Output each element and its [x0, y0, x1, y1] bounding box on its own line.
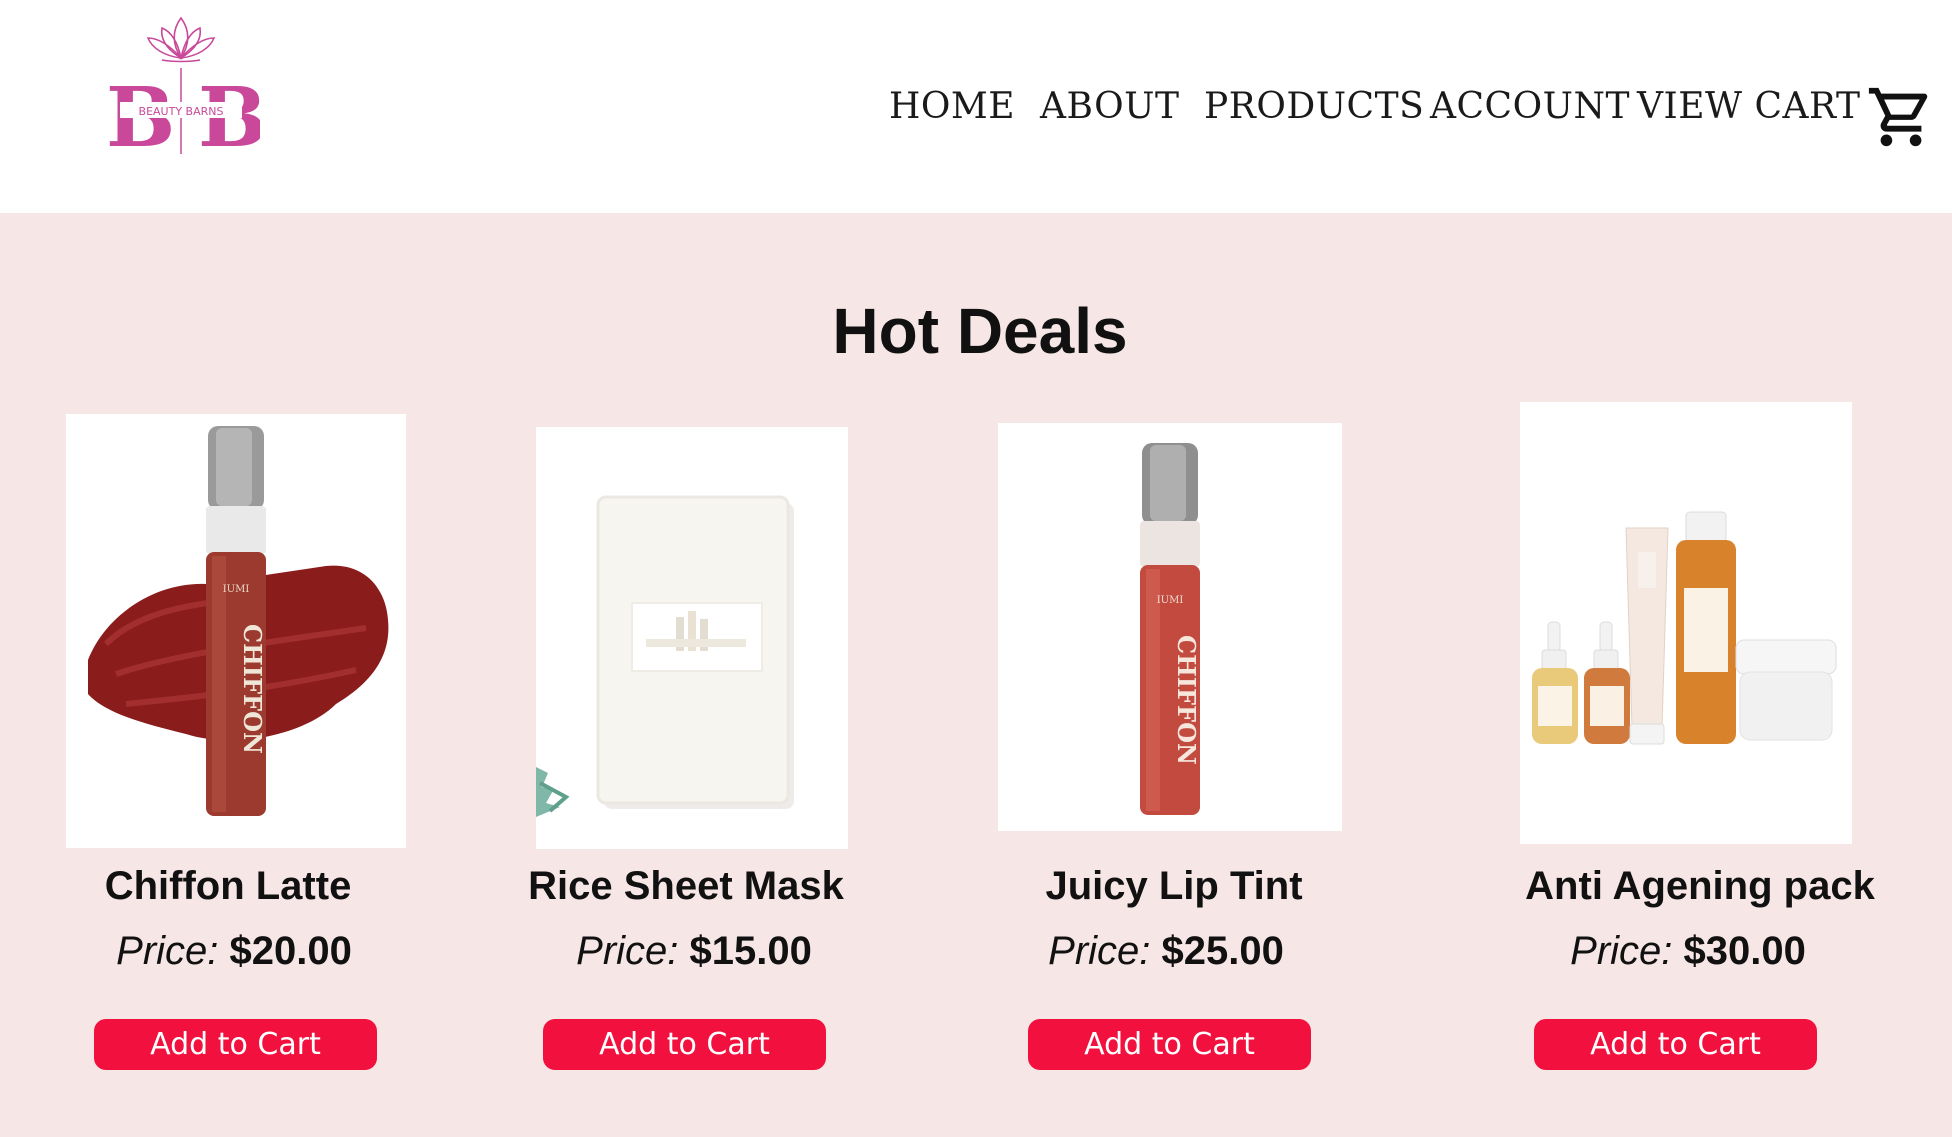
svg-text:IUMI: IUMI [1157, 595, 1184, 606]
product-price: Price: $30.00 [1488, 929, 1888, 974]
add-to-cart-button[interactable]: Add to Cart [94, 1019, 377, 1070]
product-name: Chiffon Latte [104, 864, 352, 908]
product-image-anti-ageing-pack[interactable] [1520, 402, 1852, 844]
product-label-text: CHIFFON [238, 624, 267, 754]
add-to-cart-button[interactable]: Add to Cart [1028, 1019, 1311, 1070]
product-price: Price: $25.00 [966, 929, 1366, 974]
product-image-rice-sheet-mask[interactable] [536, 427, 848, 849]
product-price: Price: $20.00 [34, 929, 434, 974]
product-label-text: CHIFFON [1172, 635, 1201, 765]
nav-about[interactable]: ABOUT [1040, 86, 1180, 127]
product-price: Price: $15.00 [494, 929, 894, 974]
price-label: Price: [576, 929, 679, 973]
site-header: B B BEAUTY BARNS HOME ABOUT PRODUCTS ACC… [0, 0, 1952, 213]
price-label: Price: [116, 929, 219, 973]
product-name: Anti Agening pack [1525, 864, 1875, 908]
price-value: $15.00 [689, 929, 812, 973]
product-image-chiffon-latte[interactable]: IUMI CHIFFON [66, 414, 406, 848]
section-title: Hot Deals [832, 295, 1128, 367]
product-image-juicy-lip-tint[interactable]: IUMI CHIFFON [998, 423, 1342, 831]
nav-view-cart[interactable]: VIEW CART [1637, 86, 1860, 127]
nav-products[interactable]: PRODUCTS [1204, 86, 1424, 127]
price-value: $25.00 [1161, 929, 1284, 973]
product-name: Rice Sheet Mask [528, 864, 844, 908]
price-label: Price: [1570, 929, 1673, 973]
price-value: $20.00 [229, 929, 352, 973]
shopping-cart-icon[interactable] [1866, 82, 1936, 152]
add-to-cart-button[interactable]: Add to Cart [543, 1019, 826, 1070]
main-nav: HOME ABOUT PRODUCTS ACCOUNT VIEW CART [0, 82, 1952, 132]
nav-home[interactable]: HOME [889, 86, 1015, 127]
product-name: Juicy Lip Tint [1045, 864, 1303, 908]
nav-account[interactable]: ACCOUNT [1430, 86, 1630, 127]
add-to-cart-button[interactable]: Add to Cart [1534, 1019, 1817, 1070]
price-value: $30.00 [1683, 929, 1806, 973]
price-label: Price: [1048, 929, 1151, 973]
svg-text:IUMI: IUMI [223, 584, 250, 595]
hot-deals-section: Hot Deals IUMI CHIFFON Chiffon Latte Pri… [0, 213, 1952, 1137]
